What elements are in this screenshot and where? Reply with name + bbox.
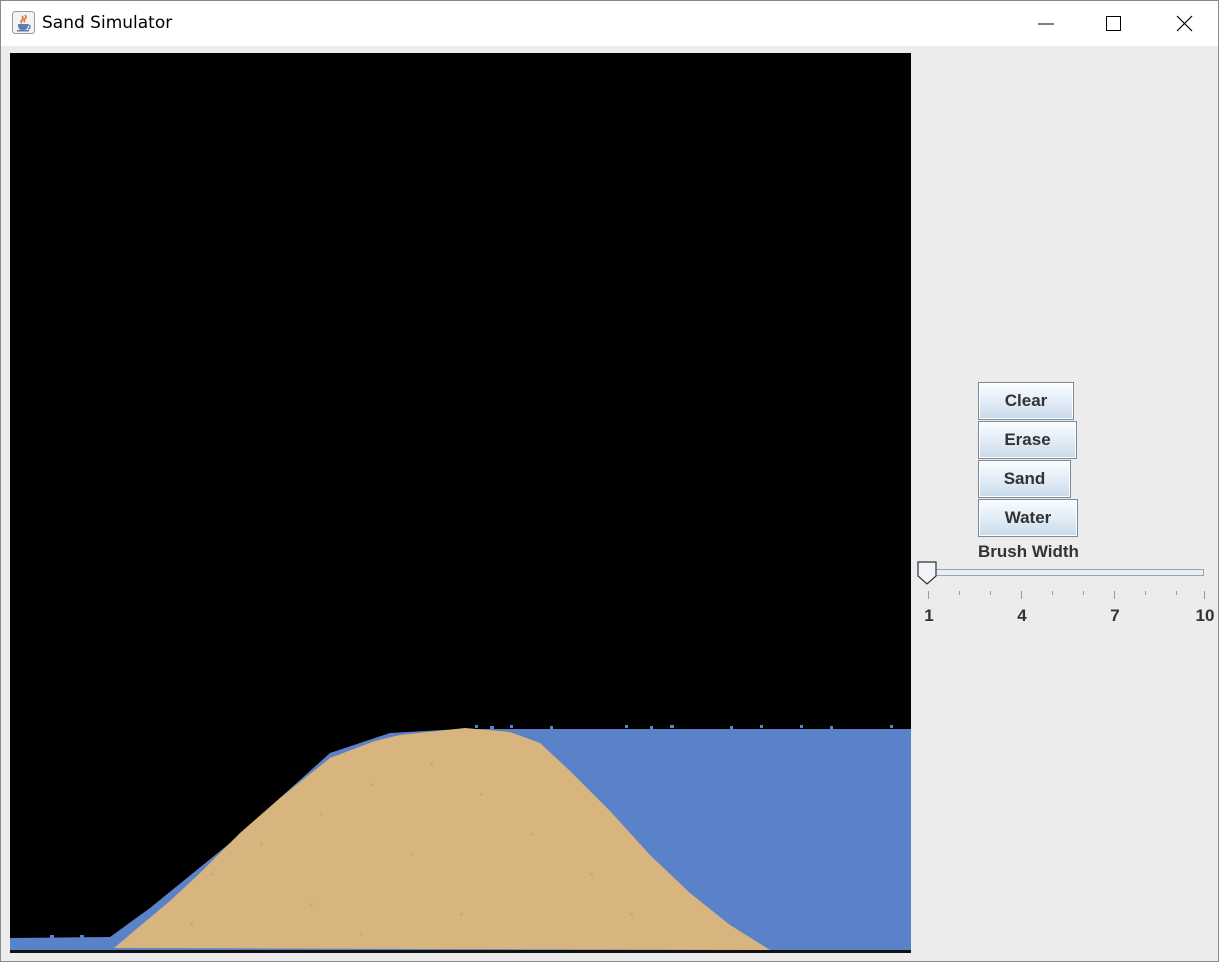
maximize-button[interactable] (1078, 1, 1148, 46)
tick-label-10: 10 (1195, 606, 1215, 625)
tick-label-7: 7 (1110, 606, 1120, 625)
app-window: Sand Simulator Clear Erase Sand Water Br… (0, 0, 1219, 962)
brush-width-slider[interactable] (918, 569, 1204, 576)
erase-button[interactable]: Erase (978, 421, 1077, 459)
brush-width-label: Brush Width (978, 542, 1079, 561)
canvas-bottom-strip (10, 953, 911, 961)
tick-label-4: 4 (1017, 606, 1027, 625)
water-button[interactable]: Water (978, 499, 1078, 537)
tick-minor (1052, 591, 1053, 595)
tick-minor (1083, 591, 1084, 595)
minimize-icon (1038, 23, 1054, 25)
tick-major (1114, 591, 1115, 599)
window-title: Sand Simulator (42, 13, 173, 33)
java-cup-icon (12, 11, 35, 34)
simulation-canvas[interactable] (10, 53, 911, 953)
sand-button[interactable]: Sand (978, 460, 1071, 498)
close-button[interactable] (1149, 1, 1219, 46)
maximize-icon (1106, 16, 1121, 31)
tick-minor (990, 591, 991, 595)
tick-minor (1145, 591, 1146, 595)
tick-major (1204, 591, 1205, 599)
minimize-button[interactable] (1010, 1, 1080, 46)
control-panel: Clear Erase Sand Water Brush Width 1 4 7… (913, 53, 1218, 953)
tick-minor (1176, 591, 1177, 595)
close-icon (1176, 15, 1193, 32)
tick-major (1021, 591, 1022, 599)
tick-label-1: 1 (924, 606, 934, 625)
tick-minor (959, 591, 960, 595)
slider-thumb[interactable] (917, 561, 937, 585)
title-bar[interactable]: Sand Simulator (1, 1, 1218, 46)
clear-button[interactable]: Clear (978, 382, 1074, 420)
tick-major (928, 591, 929, 599)
